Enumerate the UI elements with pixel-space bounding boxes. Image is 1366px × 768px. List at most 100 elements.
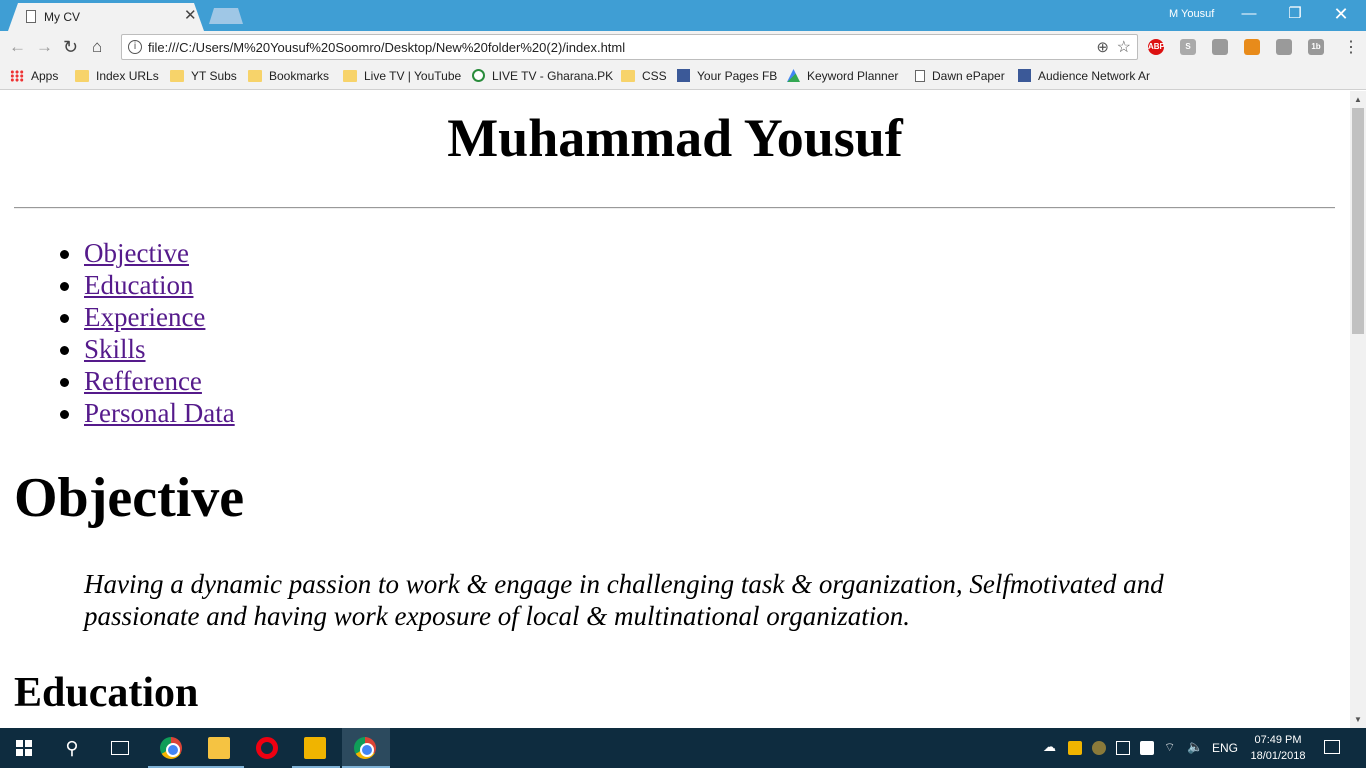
back-arrow-icon[interactable]: ←	[9, 37, 26, 57]
bookmark-gharana[interactable]: LIVE TV - Gharana.PK	[472, 69, 613, 83]
nav-item: Education	[60, 269, 235, 301]
folder-icon	[621, 70, 635, 82]
nav-link-objective[interactable]: Objective	[84, 238, 189, 268]
address-bar[interactable]: i file:///C:/Users/M%20Yousuf%20Soomro/D…	[121, 34, 1138, 60]
nav-link-refference[interactable]: Refference	[84, 366, 202, 396]
tab-title: My CV	[44, 10, 80, 24]
bookmark-index-urls[interactable]: Index URLs	[75, 69, 159, 83]
notification-icon[interactable]	[1324, 740, 1340, 754]
folder-icon	[248, 70, 262, 82]
bookmark-keyword-planner[interactable]: Keyword Planner	[787, 69, 898, 83]
file-explorer-icon	[208, 737, 230, 759]
taskbar-chrome-gp[interactable]	[148, 728, 196, 768]
nav-link-skills[interactable]: Skills	[84, 334, 146, 364]
task-view-button[interactable]	[96, 728, 144, 768]
browser-titlebar: My CV ✕ M Yousuf — ❐ ✕	[0, 0, 1366, 31]
nav-link-experience[interactable]: Experience	[84, 302, 205, 332]
page-viewport: Muhammad Yousuf Objective Education Expe…	[0, 91, 1350, 728]
facebook-icon	[1018, 69, 1031, 82]
tab-my-cv[interactable]: My CV ✕	[8, 3, 204, 31]
bookmark-audience-network[interactable]: Audience Network Ar	[1018, 69, 1150, 83]
chrome-icon	[354, 737, 376, 759]
objective-heading: Objective	[14, 467, 245, 529]
nav-item: Refference	[60, 365, 235, 397]
apps-grid-icon	[10, 70, 24, 82]
section-nav: Objective Education Experience Skills Re…	[60, 237, 235, 429]
bookmark-yt-subs[interactable]: YT Subs	[170, 69, 237, 83]
drive-extension-icon[interactable]	[1276, 39, 1292, 55]
url-text[interactable]: file:///C:/Users/M%20Yousuf%20Soomro/Des…	[148, 40, 625, 55]
nav-item: Personal Data	[60, 397, 235, 429]
bookmark-dawn-epaper[interactable]: Dawn ePaper	[915, 69, 1005, 83]
nav-link-education[interactable]: Education	[84, 270, 193, 300]
page-title: Muhammad Yousuf	[447, 108, 903, 168]
maximize-button[interactable]: ❐	[1272, 4, 1318, 26]
scroll-up-arrow-icon[interactable]: ▲	[1354, 95, 1362, 104]
battery-icon[interactable]	[1116, 741, 1130, 755]
wifi-icon[interactable]: ⌔	[1164, 740, 1178, 754]
windows-logo-icon	[16, 740, 32, 756]
info-icon[interactable]: i	[128, 40, 142, 54]
profile-name[interactable]: M Yousuf	[1169, 8, 1214, 20]
adwords-icon	[787, 69, 800, 82]
education-heading: Education	[14, 670, 199, 716]
bookmark-star-icon[interactable]: ☆	[1117, 37, 1131, 57]
nav-link-personal-data[interactable]: Personal Data	[84, 398, 235, 428]
scroll-thumb[interactable]	[1352, 108, 1364, 334]
bing-icon[interactable]	[1068, 741, 1082, 755]
facebook-icon	[677, 69, 690, 82]
minimize-button[interactable]: —	[1226, 4, 1272, 26]
nav-item: Experience	[60, 301, 235, 333]
close-window-button[interactable]: ✕	[1318, 4, 1364, 26]
page-scrollbar[interactable]: ▲ ▼	[1350, 91, 1366, 728]
bookmark-bookmarks[interactable]: Bookmarks	[248, 69, 329, 83]
clock-date: 18/01/2018	[1250, 750, 1306, 762]
nav-item: Objective	[60, 237, 235, 269]
search-icon[interactable]: ⚲	[48, 728, 96, 768]
folder-icon	[343, 70, 357, 82]
windows-taskbar: ⚲ ☁ ⌔ 🔈 ENG 07:49 PM 18/01/2018	[0, 728, 1366, 768]
tray-app-icon[interactable]	[1092, 741, 1106, 755]
chrome-menu-icon[interactable]: ⋮	[1343, 37, 1359, 57]
onedrive-icon[interactable]: ☁	[1043, 739, 1057, 754]
clock[interactable]: 07:49 PM 18/01/2018	[1248, 732, 1308, 764]
page-icon	[26, 10, 36, 23]
volume-icon[interactable]: 🔈	[1187, 739, 1203, 754]
chrome-icon	[160, 737, 182, 759]
taskbar-chrome-active[interactable]	[342, 728, 390, 768]
task-view-icon	[111, 741, 129, 755]
zoom-icon[interactable]: ⊕	[1096, 38, 1109, 56]
reload-icon[interactable]: ↻	[63, 37, 78, 57]
divider	[14, 207, 1335, 209]
home-icon[interactable]: ⌂	[92, 37, 102, 57]
bookmark-css[interactable]: CSS	[621, 69, 667, 83]
scroll-down-arrow-icon[interactable]: ▼	[1354, 715, 1362, 724]
opera-icon	[256, 737, 278, 759]
taskbar-opera[interactable]	[244, 728, 292, 768]
forward-arrow-icon[interactable]: →	[36, 37, 53, 57]
folder-icon	[170, 70, 184, 82]
security-icon[interactable]	[1140, 741, 1154, 755]
start-button[interactable]	[0, 728, 48, 768]
clock-time: 07:49 PM	[1254, 734, 1302, 746]
language-indicator[interactable]: ENG	[1212, 728, 1238, 768]
bookmark-apps[interactable]: Apps	[10, 69, 58, 83]
orange-extension-icon[interactable]	[1244, 39, 1260, 55]
cast-extension-icon[interactable]	[1212, 39, 1228, 55]
taskbar-file-explorer[interactable]	[196, 728, 244, 768]
media-player-icon	[304, 737, 326, 759]
tab-close-icon[interactable]: ✕	[184, 8, 197, 24]
objective-text: Having a dynamic passion to work & engag…	[84, 569, 1164, 631]
bookmark-live-tv-youtube[interactable]: Live TV | YouTube	[343, 69, 461, 83]
new-tab-button[interactable]	[209, 8, 243, 24]
adblock-extension-icon[interactable]: ABP	[1148, 39, 1165, 55]
browser-toolbar: ← → ↻ ⌂ i file:///C:/Users/M%20Yousuf%20…	[0, 31, 1366, 63]
folder-icon	[75, 70, 89, 82]
page-icon	[915, 70, 925, 82]
nav-item: Skills	[60, 333, 235, 365]
taskbar-media-player[interactable]	[292, 728, 340, 768]
bookmark-your-pages-fb[interactable]: Your Pages FB	[677, 69, 777, 83]
gp-icon	[472, 69, 485, 82]
1b-extension-icon[interactable]: 1b	[1308, 39, 1324, 55]
s-extension-icon[interactable]: S	[1180, 39, 1196, 55]
